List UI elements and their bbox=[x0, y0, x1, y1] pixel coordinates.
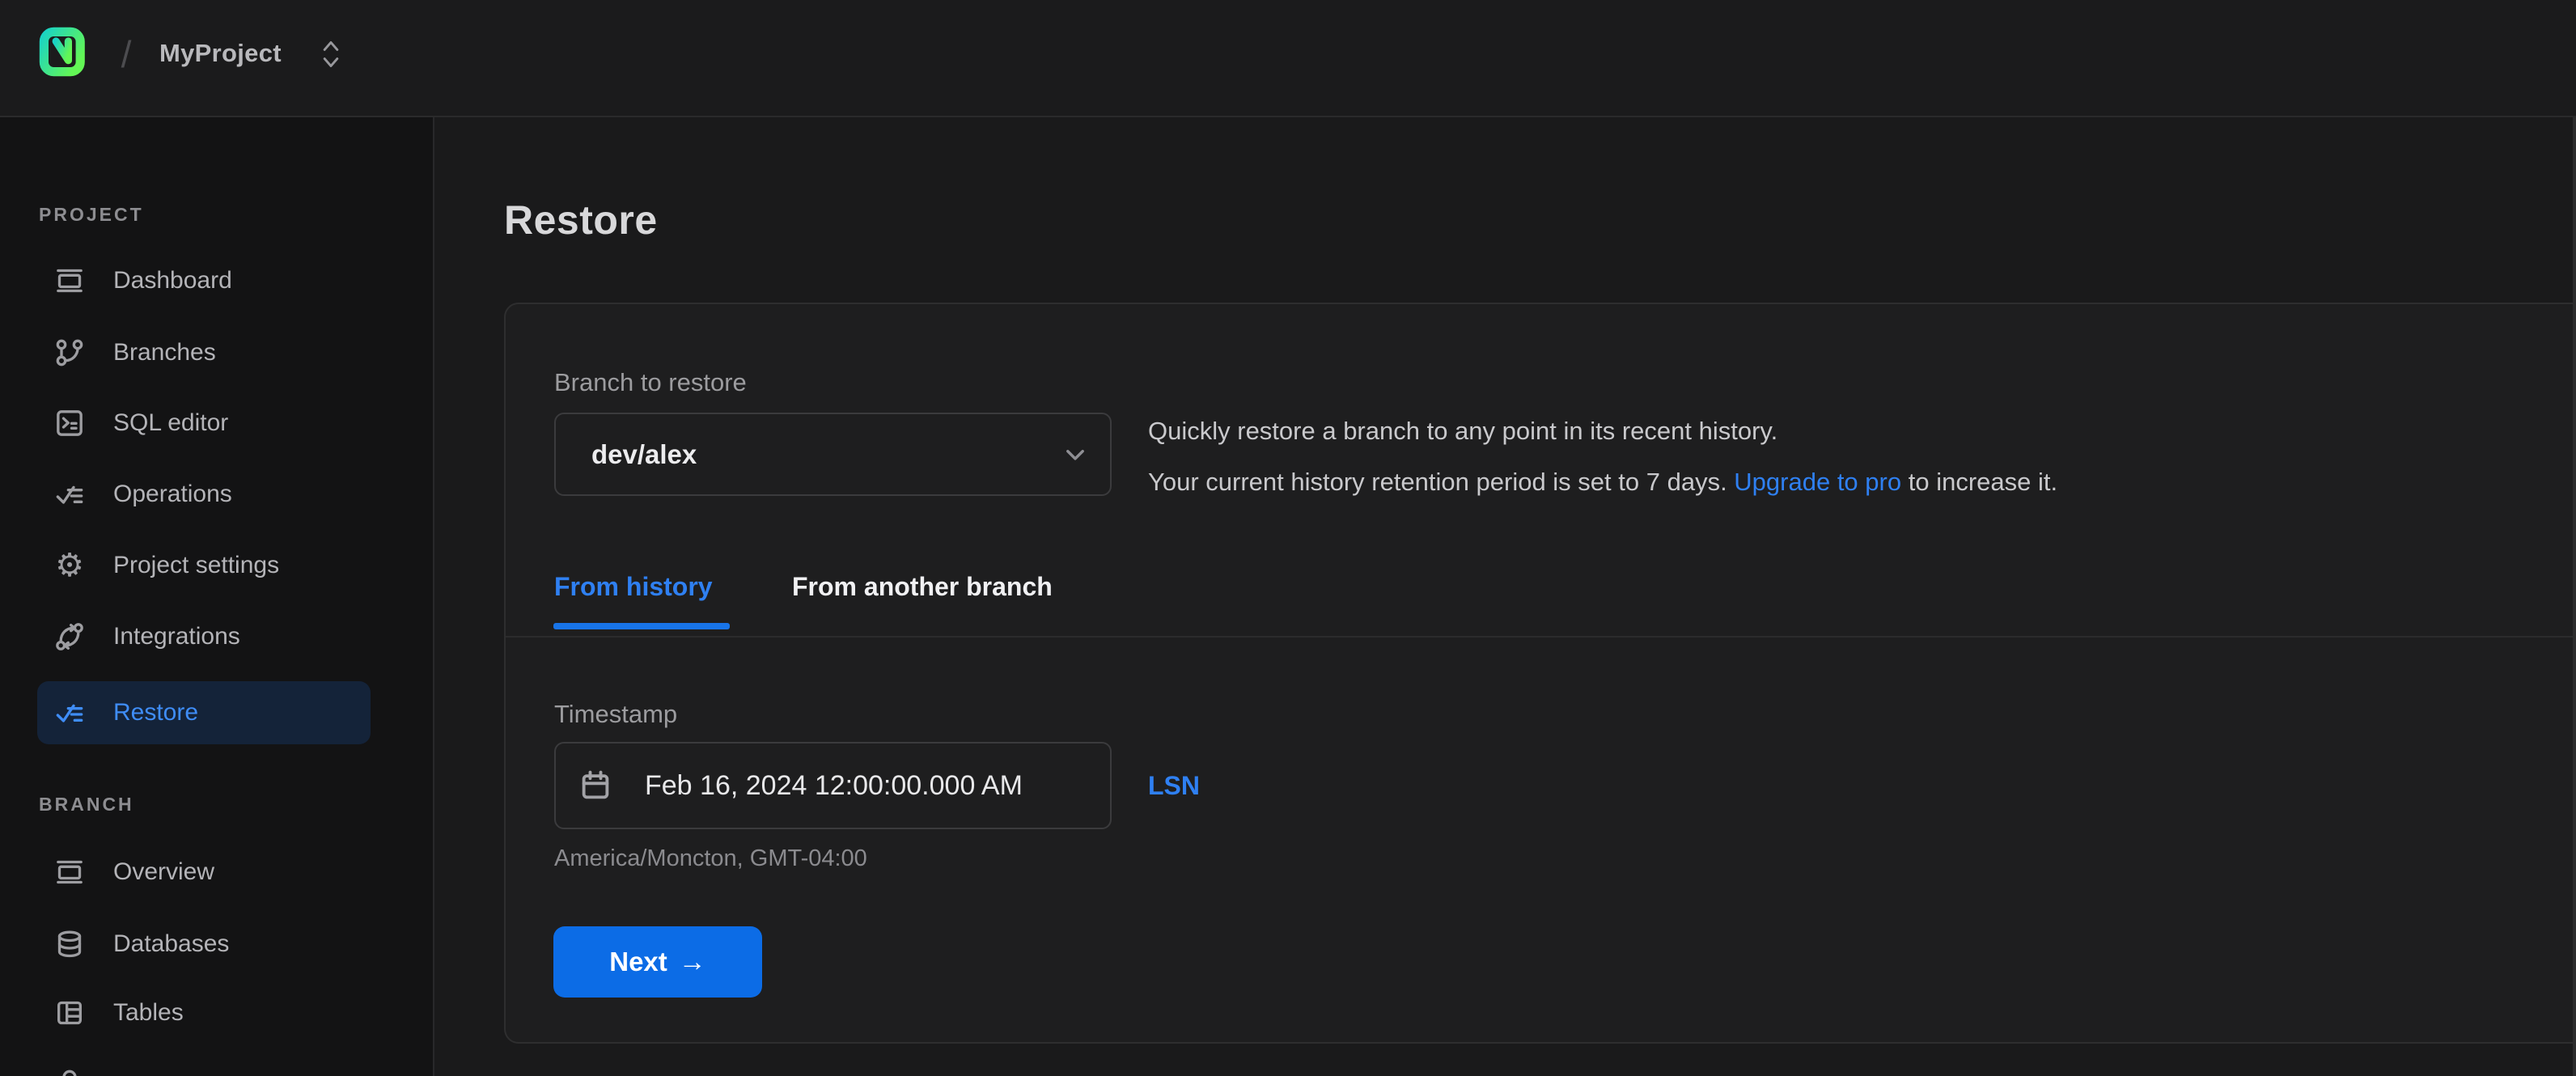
sidebar-item-integrations[interactable]: Integrations bbox=[0, 601, 433, 672]
restore-description: Quickly restore a branch to any point in… bbox=[1148, 405, 2057, 507]
tabs-divider bbox=[506, 636, 2576, 638]
sidebar-item-dashboard[interactable]: Dashboard bbox=[0, 245, 433, 316]
gear-icon: ⚙ bbox=[53, 549, 86, 582]
sidebar-item-overview[interactable]: Overview bbox=[0, 837, 433, 908]
upgrade-to-pro-link[interactable]: Upgrade to pro bbox=[1734, 468, 1901, 496]
next-button-label: Next bbox=[609, 947, 667, 977]
sidebar-item-operations[interactable]: Operations bbox=[0, 459, 433, 530]
branch-to-restore-label: Branch to restore bbox=[554, 366, 747, 399]
lsn-link[interactable]: LSN bbox=[1148, 768, 1200, 803]
sidebar-item-label: Overview bbox=[113, 855, 214, 889]
sidebar-item-branches[interactable]: Branches bbox=[0, 317, 433, 388]
sidebar-item-label: Dashboard bbox=[113, 264, 232, 298]
restore-icon bbox=[53, 697, 86, 729]
sidebar-item-partial[interactable] bbox=[0, 1060, 433, 1076]
timestamp-input[interactable]: Feb 16, 2024 12:00:00.000 AM bbox=[554, 742, 1112, 829]
tab-from-history[interactable]: From history bbox=[554, 568, 713, 605]
tab-from-another-branch[interactable]: From another branch bbox=[792, 568, 1053, 605]
breadcrumb-separator: / bbox=[110, 18, 142, 91]
table-icon bbox=[53, 997, 86, 1029]
sidebar-item-label: Databases bbox=[113, 927, 229, 961]
branch-select[interactable]: dev/alex bbox=[554, 413, 1112, 496]
database-icon bbox=[53, 928, 86, 960]
arrow-right-icon: → bbox=[679, 948, 706, 976]
check-list-icon bbox=[53, 478, 86, 510]
calendar-icon bbox=[577, 767, 614, 804]
restore-card: Branch to restore dev/alex Quickly resto… bbox=[504, 303, 2576, 1044]
timestamp-value: Feb 16, 2024 12:00:00.000 AM bbox=[645, 766, 1023, 805]
scrollbar-track[interactable] bbox=[2573, 117, 2576, 1076]
sidebar-item-label: Branches bbox=[113, 336, 216, 370]
sidebar-section-branch: BRANCH bbox=[39, 793, 134, 815]
git-branch-icon bbox=[53, 337, 86, 369]
description-line2-pre: Your current history retention period is… bbox=[1148, 468, 1734, 496]
chevron-down-icon bbox=[1061, 441, 1089, 468]
neon-logo[interactable] bbox=[39, 27, 86, 77]
overview-icon bbox=[53, 856, 86, 888]
dashboard-icon bbox=[53, 265, 86, 297]
breadcrumb-project-name[interactable]: MyProject bbox=[159, 36, 282, 71]
sidebar-item-label: Operations bbox=[113, 477, 232, 511]
sidebar-item-label: Tables bbox=[113, 996, 184, 1030]
sidebar-item-label: Restore bbox=[113, 696, 198, 730]
top-bar: / MyProject bbox=[0, 0, 2576, 117]
sidebar-item-databases[interactable]: Databases bbox=[0, 909, 433, 980]
timezone-text: America/Moncton, GMT-04:00 bbox=[554, 843, 867, 874]
branch-select-value: dev/alex bbox=[591, 437, 697, 472]
integrations-icon bbox=[53, 621, 86, 653]
sidebar-item-tables[interactable]: Tables bbox=[0, 977, 433, 1048]
sidebar-item-project-settings[interactable]: ⚙ Project settings bbox=[0, 530, 433, 601]
project-switcher-chevrons-icon[interactable] bbox=[319, 39, 343, 70]
sql-editor-icon bbox=[53, 407, 86, 439]
sidebar-item-label: Project settings bbox=[113, 549, 279, 582]
page-title: Restore bbox=[504, 197, 658, 244]
description-line2-post: to increase it. bbox=[1901, 468, 2057, 496]
person-icon bbox=[53, 1066, 86, 1076]
neon-console: / MyProject PROJECT Dashboard bbox=[0, 0, 2576, 1076]
active-tab-underline bbox=[553, 623, 730, 629]
sidebar-section-project: PROJECT bbox=[39, 203, 144, 226]
sidebar-item-sql-editor[interactable]: SQL editor bbox=[0, 388, 433, 459]
sidebar-item-restore[interactable]: Restore bbox=[37, 681, 371, 744]
sidebar-item-label: Integrations bbox=[113, 620, 240, 654]
sidebar: PROJECT Dashboard Branches bbox=[0, 117, 434, 1076]
next-button[interactable]: Next → bbox=[553, 926, 762, 998]
sidebar-item-label: SQL editor bbox=[113, 406, 228, 440]
timestamp-label: Timestamp bbox=[554, 698, 677, 731]
description-line1: Quickly restore a branch to any point in… bbox=[1148, 417, 1777, 445]
